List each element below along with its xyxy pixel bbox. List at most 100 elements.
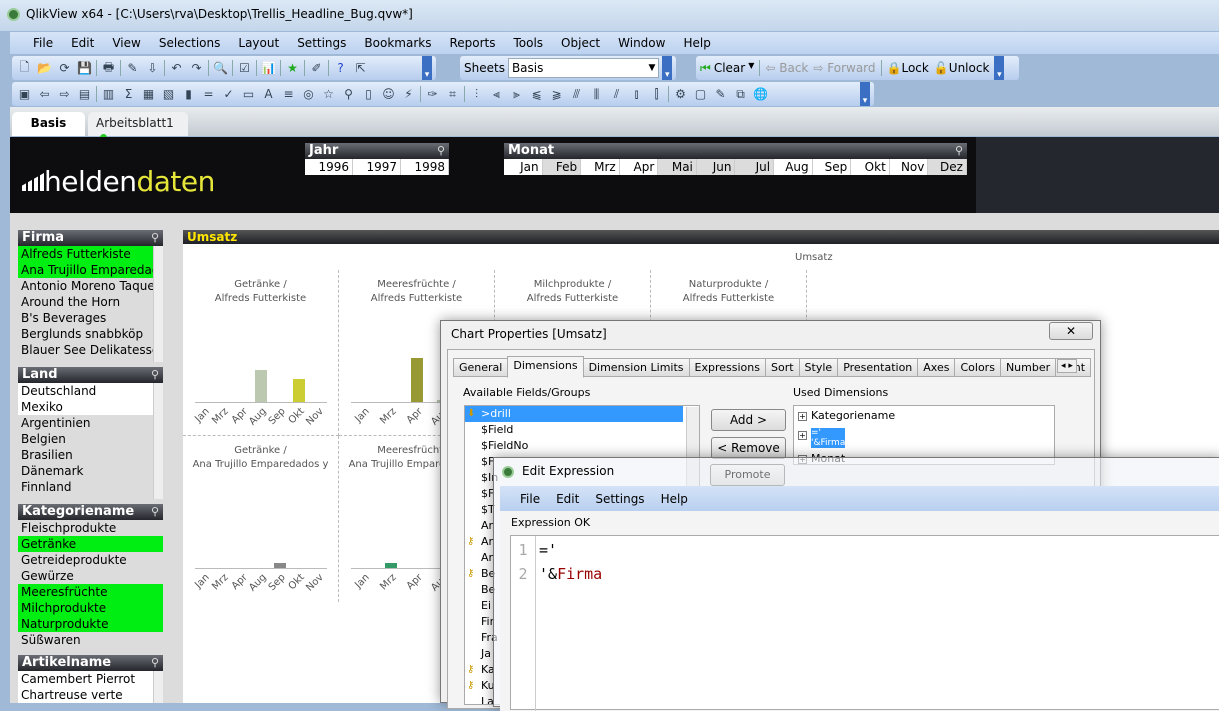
design-tool-icon[interactable]: ⫿ (648, 86, 665, 103)
print-icon[interactable]: 🖶 (100, 60, 117, 77)
design-tool-icon[interactable]: ≡ (280, 86, 297, 103)
menu-file[interactable]: File (24, 36, 62, 50)
tab-general[interactable]: General (453, 358, 509, 377)
search-icon[interactable]: ⚲ (955, 143, 963, 159)
listbox-item[interactable]: Feb (542, 159, 582, 175)
listbox-item[interactable]: Sep (812, 159, 852, 175)
design-tool-icon[interactable]: ⇦ (36, 86, 53, 103)
listbox-item[interactable]: 1998 (401, 159, 449, 175)
clear-button[interactable]: ⏮ Clear ▼ (700, 61, 754, 76)
reload-icon[interactable]: ⟳ (56, 60, 73, 77)
tab-sort[interactable]: Sort (764, 358, 800, 377)
expand-icon[interactable]: + (798, 412, 807, 421)
listbox-item[interactable]: 1996 (305, 159, 353, 175)
listbox-item[interactable]: 1997 (353, 159, 401, 175)
design-tool-icon[interactable]: ⧉ (732, 86, 749, 103)
listbox-item[interactable]: Brasilien (18, 447, 154, 463)
tab-dimension-limits[interactable]: Dimension Limits (582, 358, 690, 377)
listbox-item[interactable]: Apr (619, 159, 659, 175)
design-tool-icon[interactable]: ⫾ (628, 86, 645, 103)
menu-edit[interactable]: Edit (62, 36, 103, 50)
search-icon[interactable]: ⚲ (151, 655, 159, 671)
design-tool-icon[interactable]: ✓ (220, 86, 237, 103)
listbox-item[interactable]: Deutschland (18, 383, 154, 399)
quick-chart-icon[interactable]: 📊 (260, 60, 277, 77)
tab-axes[interactable]: Axes (917, 358, 956, 377)
listbox-item[interactable]: Getreideprodukte (18, 552, 163, 568)
search-icon[interactable]: ⚲ (151, 230, 159, 246)
undo-icon[interactable]: ↶ (168, 60, 185, 77)
design-tool-icon[interactable]: ☺ (380, 86, 397, 103)
bar-sep[interactable] (273, 563, 286, 568)
design-tool-icon[interactable]: ⫸ (508, 86, 525, 103)
save-icon[interactable]: 💾 (76, 60, 93, 77)
design-tool-icon[interactable]: 🌐 (752, 86, 769, 103)
back-button[interactable]: ⇦ Back (765, 61, 808, 75)
toolbar-overflow-icon[interactable]: ▾ (994, 56, 1005, 80)
menu-bookmarks[interactable]: Bookmarks (355, 36, 440, 50)
menu-reports[interactable]: Reports (440, 36, 504, 50)
menu-settings[interactable]: Settings (288, 36, 355, 50)
design-tool-icon[interactable]: ⌗ (444, 86, 461, 103)
design-tool-icon[interactable]: ▯ (360, 86, 377, 103)
listbox-item[interactable]: Naturprodukte (18, 616, 163, 632)
design-tool-icon[interactable]: ⫶ (468, 86, 485, 103)
listbox-item[interactable]: Milchprodukte (18, 600, 163, 616)
listbox-item[interactable]: Antonio Moreno Taquería (18, 278, 154, 294)
used-dimension-item[interactable]: + Kategoriename (794, 406, 1054, 425)
listbox-item[interactable]: Okt (851, 159, 890, 175)
search-icon[interactable]: 🔍 (212, 60, 229, 77)
design-tool-icon[interactable]: ✎ (712, 86, 729, 103)
toolbar-overflow-icon[interactable]: ▾ (422, 56, 432, 80)
tab-scroll-arrows[interactable]: ◂ ▸ (1057, 359, 1077, 373)
bookmark-star-icon[interactable]: ★ (284, 60, 301, 77)
listbox-item[interactable]: Camembert Pierrot (18, 671, 154, 687)
bar-mrz[interactable] (384, 563, 397, 568)
listbox-item[interactable]: Nov (889, 159, 929, 175)
listbox-item[interactable]: Blauer See Delikatessen (18, 342, 154, 358)
edit-script-icon[interactable]: ✎ (124, 60, 141, 77)
toolbar-overflow-icon[interactable]: ▾ (662, 56, 672, 80)
field-item[interactable]: ⬇ >drill (465, 406, 683, 422)
design-tool-icon[interactable]: ▥ (100, 86, 117, 103)
listbox-item[interactable]: Ana Trujillo Emparedados y helados (18, 262, 154, 278)
tab-basis[interactable]: Basis (12, 112, 85, 136)
tab-colors[interactable]: Colors (954, 358, 1001, 377)
search-icon[interactable]: ⚲ (151, 367, 159, 383)
redo-icon[interactable]: ↷ (188, 60, 205, 77)
listbox-item[interactable]: Fleischprodukte (18, 520, 163, 536)
used-dimensions-list[interactable]: +Kategoriename+=' '&Firma+Monat (793, 405, 1055, 465)
unlock-button[interactable]: 🔓Unlock (934, 61, 990, 75)
help-icon[interactable]: ? (332, 60, 349, 77)
listbox-item[interactable]: Jan (504, 159, 543, 175)
tab-style[interactable]: Style (798, 358, 839, 377)
design-tool-icon[interactable]: ▮ (180, 86, 197, 103)
open-icon[interactable]: 📂 (36, 60, 53, 77)
listbox-item[interactable]: Berglunds snabbköp (18, 326, 154, 342)
new-icon[interactable]: 🗋 (16, 60, 33, 77)
tab-number[interactable]: Number (999, 358, 1057, 377)
listbox-item[interactable]: Chartreuse verte (18, 687, 154, 703)
reload-data-icon[interactable]: ⇩ (144, 60, 161, 77)
listbox-item[interactable]: Süßwaren (18, 632, 163, 648)
listbox-item[interactable]: Around the Horn (18, 294, 154, 310)
used-dimension-item[interactable]: + =' '&Firma (794, 425, 1054, 449)
menu-selections[interactable]: Selections (150, 36, 230, 50)
menu-tools[interactable]: Tools (504, 36, 552, 50)
lock-button[interactable]: 🔒Lock (887, 61, 929, 75)
tab-dimensions[interactable]: Dimensions (507, 356, 584, 378)
listbox-item[interactable]: Jun (696, 159, 736, 175)
scrollbar[interactable] (153, 671, 163, 703)
design-tool-icon[interactable]: ☆ (320, 86, 337, 103)
design-tool-icon[interactable]: Σ (120, 86, 137, 103)
listbox-item[interactable]: Mexiko (18, 399, 154, 415)
menu-window[interactable]: Window (609, 36, 674, 50)
design-tool-icon[interactable]: ⫽ (608, 86, 625, 103)
edit-icon[interactable]: ✐ (308, 60, 325, 77)
expand-icon[interactable]: + (798, 431, 807, 440)
menu-object[interactable]: Object (552, 36, 609, 50)
design-tool-icon[interactable]: ◎ (300, 86, 317, 103)
sheets-dropdown[interactable]: Basis ▼ (507, 58, 660, 78)
tab-expressions[interactable]: Expressions (688, 358, 766, 377)
context-help-icon[interactable]: ⇱ (352, 60, 369, 77)
